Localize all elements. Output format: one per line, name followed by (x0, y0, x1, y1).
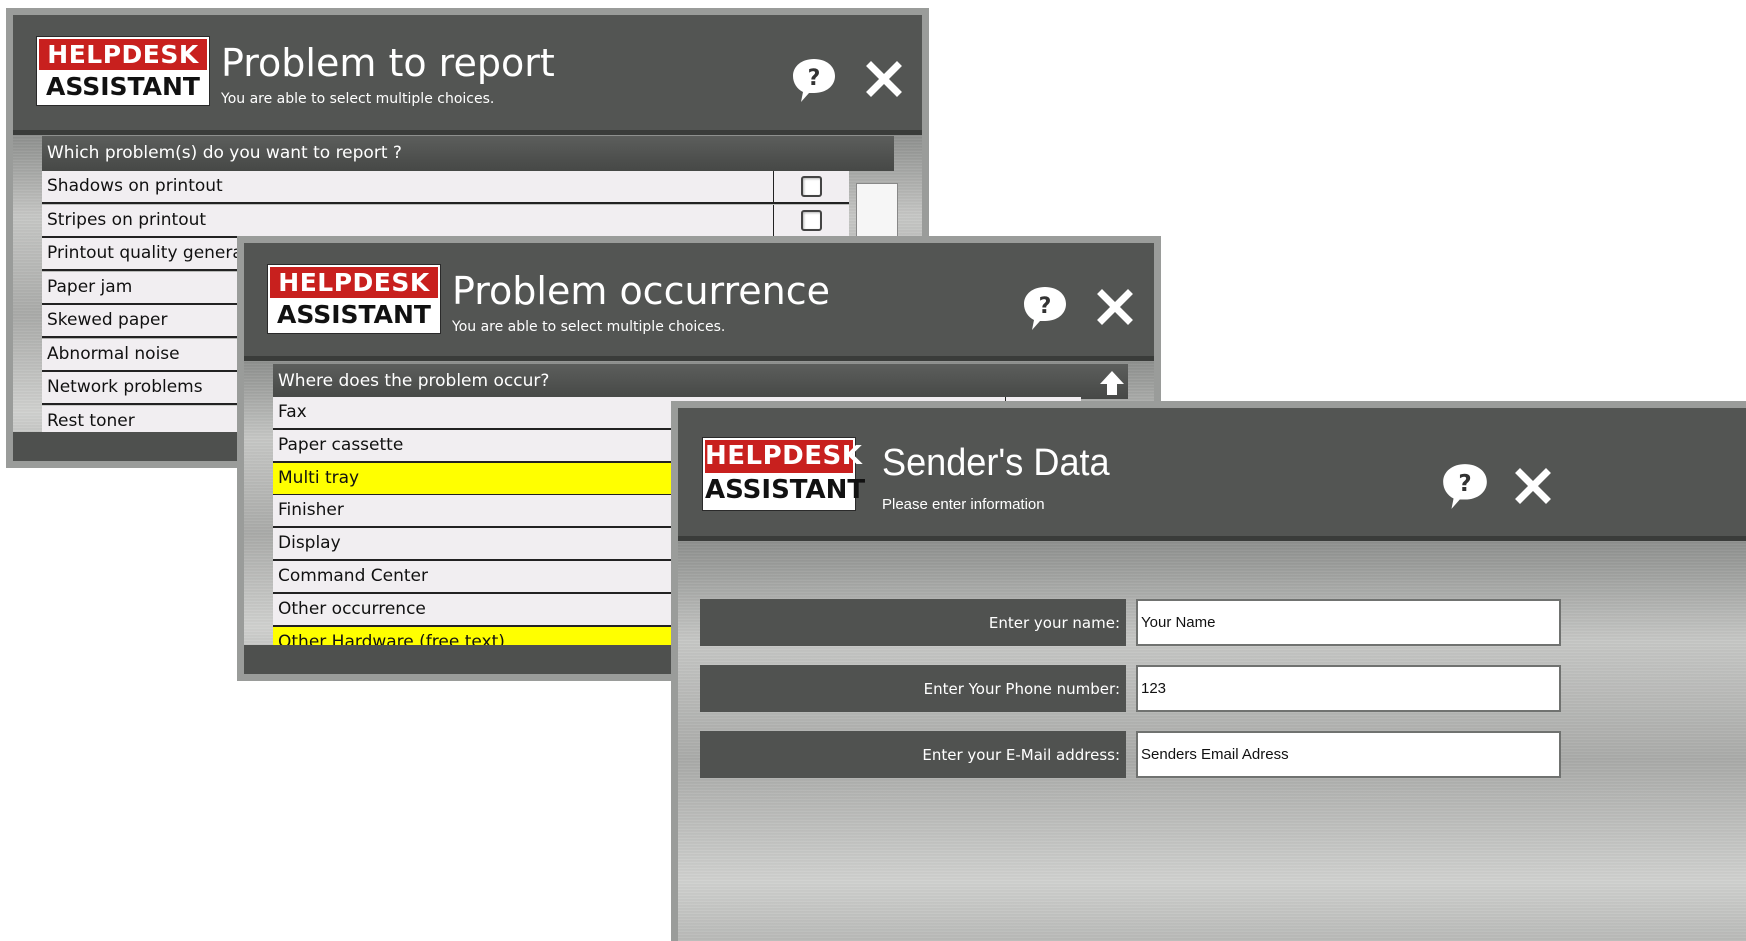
list-item-label: Stripes on printout (47, 209, 207, 230)
name-label: Enter your name: (700, 599, 1126, 646)
senders-data-window: HELPDESK ASSISTANT Sender's Data Please … (671, 401, 1746, 941)
phone-label: Enter Your Phone number: (700, 665, 1126, 712)
problem-list-item[interactable]: Shadows on printout (42, 171, 849, 204)
window-header: HELPDESK ASSISTANT Sender's Data Please … (678, 408, 1746, 541)
list-item-label: Shadows on printout (47, 176, 223, 196)
phone-field[interactable] (1136, 665, 1561, 712)
logo-line-2: ASSISTANT (270, 298, 438, 331)
svg-text:?: ? (1039, 294, 1052, 319)
window-subtitle: You are able to select multiple choices. (452, 319, 726, 335)
list-item-label: Command Center (278, 566, 428, 586)
list-item-label: Paper jam (47, 276, 133, 297)
close-icon[interactable] (1097, 289, 1133, 325)
close-icon[interactable] (1515, 468, 1551, 504)
help-icon[interactable]: ? (1020, 283, 1070, 333)
list-item-label: Fax (278, 402, 307, 422)
logo-line-2: ASSISTANT (705, 473, 865, 508)
scroll-up-arrow-icon[interactable] (1097, 368, 1127, 398)
question-bar: Which problem(s) do you want to report ? (42, 136, 894, 171)
email-field[interactable] (1136, 731, 1561, 778)
help-icon[interactable]: ? (1439, 460, 1491, 512)
list-item-label: Network problems (47, 377, 203, 397)
checkbox-cell (773, 204, 849, 236)
list-item-label: Finisher (278, 500, 344, 521)
logo-line-1: HELPDESK (39, 39, 207, 70)
logo-line-1: HELPDESK (270, 267, 438, 298)
name-field[interactable] (1136, 599, 1561, 646)
checkbox[interactable] (801, 176, 822, 197)
window-header: HELPDESK ASSISTANT Problem to report You… (13, 15, 922, 135)
checkbox-cell (773, 171, 849, 202)
window-title: Problem occurrence (452, 269, 831, 313)
helpdesk-assistant-logo: HELPDESK ASSISTANT (268, 265, 440, 333)
email-label: Enter your E-Mail address: (700, 731, 1126, 778)
window-subtitle: Please enter information (882, 496, 1045, 513)
window-title: Problem to report (221, 41, 555, 85)
window-title: Sender's Data (882, 442, 1110, 484)
logo-line-1: HELPDESK (705, 440, 863, 473)
window-header: HELPDESK ASSISTANT Problem occurrence Yo… (244, 243, 1154, 361)
question-bar: Where does the problem occur? (273, 364, 1128, 399)
list-item-label: Paper cassette (278, 434, 404, 455)
checkbox[interactable] (801, 209, 822, 231)
help-icon[interactable]: ? (789, 55, 839, 105)
problem-list-item[interactable]: Stripes on printout (42, 204, 849, 238)
logo-line-2: ASSISTANT (39, 70, 207, 103)
list-item-label: Multi tray (278, 467, 360, 488)
list-item-label: Abnormal noise (47, 343, 180, 364)
window-subtitle: You are able to select multiple choices. (221, 91, 495, 107)
list-item-label: Skewed paper (47, 310, 168, 330)
helpdesk-assistant-logo: HELPDESK ASSISTANT (703, 438, 865, 510)
close-icon[interactable] (866, 61, 902, 97)
list-item-label: Rest toner (47, 410, 135, 431)
list-item-label: Display (278, 533, 341, 554)
helpdesk-assistant-logo: HELPDESK ASSISTANT (37, 37, 209, 105)
svg-text:?: ? (1458, 471, 1471, 497)
svg-text:?: ? (808, 66, 821, 91)
list-item-label: Other occurrence (278, 598, 426, 619)
